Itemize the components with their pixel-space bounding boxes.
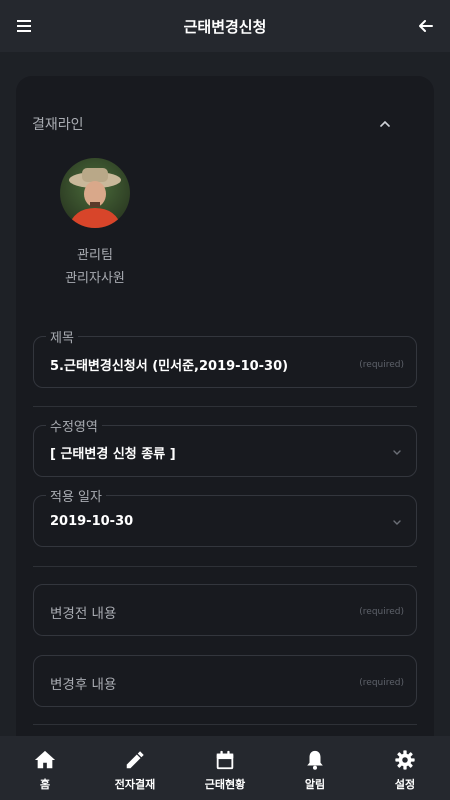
after-content-required-hint: (required) — [359, 678, 404, 688]
nav-approval[interactable]: 전자결재 — [90, 736, 180, 800]
divider — [33, 566, 417, 567]
top-app-bar: 근태변경신청 — [0, 0, 450, 52]
nav-alerts-label: 알림 — [304, 778, 326, 791]
subject-field[interactable]: 제목 5.근태변경신청서 (민서준,2019-10-30) (required) — [33, 327, 417, 388]
subject-legend: 제목 — [46, 327, 78, 346]
before-content-placeholder: 변경전 내용 — [50, 606, 117, 622]
nav-attendance-label: 근태현황 — [204, 778, 246, 791]
nav-home-label: 홈 — [39, 778, 51, 791]
page-title: 근태변경신청 — [183, 17, 267, 36]
subject-required-hint: (required) — [359, 360, 404, 370]
chevron-down-icon — [393, 520, 401, 525]
apply-date-select[interactable]: 적용 일자 2019-10-30 — [33, 486, 417, 547]
approver-team: 관리팀 — [77, 248, 113, 263]
chevron-up-icon[interactable] — [380, 121, 390, 127]
home-icon — [34, 750, 56, 769]
edit-area-select[interactable]: 수정영역 [ 근태변경 신청 종류 ] — [33, 416, 417, 477]
divider — [33, 724, 417, 725]
after-content-input[interactable]: 변경후 내용 (required) — [33, 655, 417, 707]
nav-settings-label: 설정 — [394, 778, 416, 791]
nav-attendance[interactable]: 근태현황 — [180, 736, 270, 800]
pencil-icon — [126, 751, 144, 769]
nav-alerts[interactable]: 알림 — [270, 736, 360, 800]
apply-date-value: 2019-10-30 — [50, 514, 134, 529]
edit-area-value: [ 근태변경 신청 종류 ] — [50, 447, 176, 462]
bell-icon — [307, 750, 323, 770]
subject-value: 5.근태변경신청서 (민서준,2019-10-30) — [50, 359, 289, 374]
arrow-left-icon — [419, 20, 433, 32]
nav-approval-label: 전자결재 — [114, 778, 156, 791]
approver-avatar — [60, 158, 130, 228]
chevron-down-icon — [393, 450, 401, 455]
hamburger-menu-icon — [17, 20, 31, 32]
approver-photo — [60, 158, 130, 228]
calendar-icon — [216, 750, 234, 770]
edit-area-legend: 수정영역 — [46, 416, 102, 435]
back-button[interactable] — [414, 14, 438, 38]
nav-settings[interactable]: 설정 — [360, 736, 450, 800]
divider — [33, 406, 417, 407]
bottom-navigation: 홈 전자결재 근태현황 알림 설정 — [0, 736, 450, 800]
before-content-input[interactable]: 변경전 내용 (required) — [33, 584, 417, 636]
after-content-placeholder: 변경후 내용 — [50, 677, 117, 693]
before-content-required-hint: (required) — [359, 607, 404, 617]
nav-home[interactable]: 홈 — [0, 736, 90, 800]
apply-date-legend: 적용 일자 — [46, 486, 106, 505]
menu-button[interactable] — [12, 14, 36, 38]
approver-title: 관리자사원 — [65, 271, 125, 286]
approval-line-header[interactable]: 결재라인 — [32, 112, 394, 136]
gear-icon — [395, 750, 415, 770]
approval-line-label: 결재라인 — [32, 117, 84, 133]
